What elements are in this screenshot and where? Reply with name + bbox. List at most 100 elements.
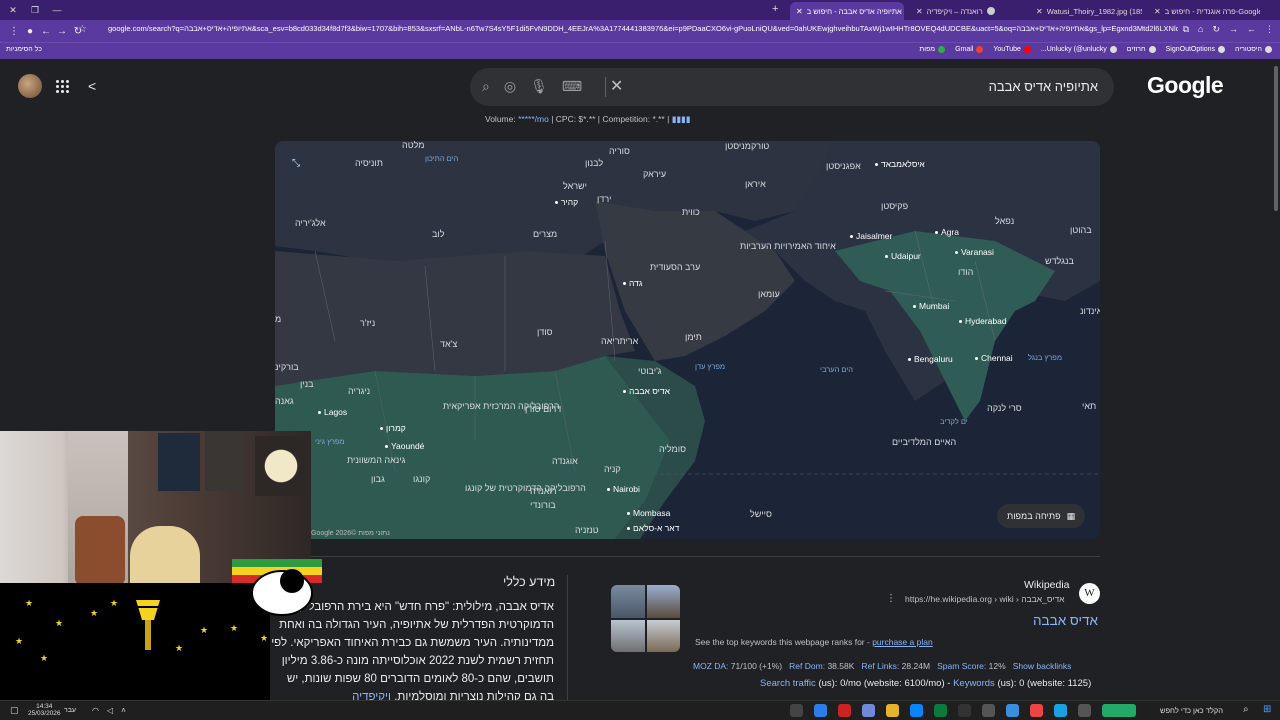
back-icon[interactable]: ← bbox=[38, 26, 54, 37]
close-window-icon[interactable]: ✕ bbox=[6, 5, 20, 16]
restore-window-icon[interactable]: ❐ bbox=[28, 5, 42, 16]
more-options-icon[interactable]: ⋮ bbox=[886, 593, 896, 604]
search-icon[interactable]: ⌕ bbox=[1243, 704, 1249, 715]
bookmark-maps[interactable]: מפות bbox=[919, 46, 946, 53]
moz-metrics: MOZ DA: 71/100 (+1%) Ref Dom: 38.58K Ref… bbox=[693, 661, 1071, 671]
purchase-plan-link[interactable]: purchase a plan bbox=[872, 637, 933, 647]
language-indicator[interactable]: עבר bbox=[64, 707, 76, 714]
tab-watusi[interactable]: ✕Watusi_Thoiry_1982.jpg (1854× bbox=[1030, 2, 1142, 20]
chart-icon[interactable]: ▮▮▮▮ bbox=[672, 114, 691, 124]
share-icon[interactable]: < bbox=[88, 78, 96, 94]
task-view-icon[interactable] bbox=[1078, 704, 1091, 717]
wifi-icon[interactable]: ◠ bbox=[92, 706, 99, 715]
tab-title: אתיופיה אדיס אבבה - חיפוש ב bbox=[806, 6, 902, 16]
taskbar-search[interactable]: הקלד כאן כדי לחפש bbox=[1160, 706, 1223, 715]
wikipedia-icon bbox=[986, 7, 995, 15]
profile-icon[interactable]: ● bbox=[22, 26, 38, 37]
tab-addis-ababa[interactable]: ✕ אתיופיה אדיס אבבה - חיפוש ב bbox=[790, 2, 904, 20]
ref-links-label: Ref Links: bbox=[861, 661, 900, 671]
forward-icon[interactable]: → bbox=[54, 26, 70, 37]
new-tab-button[interactable]: + bbox=[772, 3, 778, 15]
app-menu-icon[interactable]: ⋮ bbox=[1265, 24, 1274, 35]
clock[interactable]: 14:34 25/03/2026 bbox=[28, 703, 61, 717]
collapse-map-icon[interactable]: ⤡ bbox=[285, 153, 307, 175]
chevron-up-icon[interactable]: ˄ bbox=[121, 706, 126, 715]
clear-search-icon[interactable]: ✕ bbox=[610, 76, 623, 96]
folder-icon[interactable] bbox=[886, 704, 899, 717]
bookmark-unlucky[interactable]: Unlucky (@unlucky... bbox=[1041, 46, 1117, 53]
tab-uganda-cow[interactable]: ✕ פרה אוגנדית - חיפוש ב-Google bbox=[1148, 2, 1260, 20]
keywords-label[interactable]: Keywords bbox=[953, 678, 995, 689]
notifications-icon[interactable]: ▢ bbox=[10, 705, 19, 716]
map-label: תימן bbox=[685, 332, 702, 342]
app-icon[interactable] bbox=[1054, 704, 1067, 717]
search-input[interactable]: אתיופיה אדיס אבבה bbox=[989, 79, 1098, 94]
tab-rwanda[interactable]: ✕ רואנדה – ויקיפדיה bbox=[910, 2, 1024, 20]
bookmark-signout[interactable]: SignOutOptions bbox=[1166, 46, 1226, 53]
app-icon[interactable] bbox=[1006, 704, 1019, 717]
site-name[interactable]: Wikipedia bbox=[1024, 579, 1070, 591]
bookmark-star-icon[interactable]: ☆ bbox=[78, 24, 87, 35]
result-url[interactable]: https://he.wikipedia.org › wiki › אדיס_א… bbox=[905, 594, 1065, 604]
map-label: סרי לנקה bbox=[987, 403, 1022, 413]
menu-icon[interactable]: ⋮ bbox=[6, 26, 22, 37]
start-icon[interactable]: ⊞ bbox=[1263, 704, 1271, 715]
search-box[interactable]: ⌕ ◎ 🎙 ⌨ ✕ אתיופיה אדיס אבבה bbox=[470, 68, 1114, 106]
close-icon[interactable]: ✕ bbox=[1154, 7, 1161, 16]
close-icon[interactable]: ✕ bbox=[1036, 7, 1043, 16]
open-in-maps-button[interactable]: פתיחה במפות ▦ bbox=[997, 504, 1086, 528]
extensions-icon[interactable]: ⧉ bbox=[1183, 24, 1189, 35]
map-label: עומאן bbox=[758, 289, 780, 299]
all-bookmarks-button[interactable]: כל הסימניות bbox=[6, 46, 42, 53]
volume-label: Volume: bbox=[485, 114, 516, 124]
search-icon[interactable]: ⌕ bbox=[482, 78, 490, 95]
bookmark-youtube[interactable]: YouTube bbox=[993, 46, 1031, 53]
scrollbar-thumb[interactable] bbox=[1274, 66, 1278, 211]
map-city: Agra bbox=[935, 227, 959, 237]
discord-icon[interactable] bbox=[862, 704, 875, 717]
close-icon[interactable]: ✕ bbox=[796, 7, 803, 16]
minimize-window-icon[interactable]: — bbox=[50, 5, 64, 16]
url-field[interactable]: google.com/search?q=אתיופיה+אדיס+אבבה&sc… bbox=[108, 24, 1178, 33]
app-icon[interactable] bbox=[838, 704, 851, 717]
bookmark-history[interactable]: היסטוריה bbox=[1235, 46, 1272, 53]
map-city: Varanasi bbox=[955, 247, 994, 257]
app-icon[interactable] bbox=[790, 704, 803, 717]
map-label: הים הערבי bbox=[820, 365, 854, 374]
mic-icon[interactable]: 🎙 bbox=[530, 78, 548, 95]
map-panel[interactable]: מלטה סוריה טורקמניסטן תוניסיה הים התיכון… bbox=[275, 141, 1100, 539]
widget-icon[interactable] bbox=[1102, 704, 1136, 717]
volume-value[interactable]: *****/mo bbox=[518, 114, 549, 124]
chrome-icon[interactable] bbox=[814, 704, 827, 717]
edge-icon[interactable] bbox=[934, 704, 947, 717]
map-label: נפאל bbox=[995, 216, 1015, 226]
keywords-text: See the top keywords this webpage ranks … bbox=[695, 637, 873, 647]
lens-icon[interactable]: ◎ bbox=[504, 78, 516, 95]
keyboard-icon[interactable]: ⌨ bbox=[562, 78, 582, 95]
google-logo[interactable]: Google bbox=[1147, 72, 1224, 99]
bookmark-rhymes[interactable]: חרוזים bbox=[1127, 46, 1156, 53]
app-icon[interactable] bbox=[910, 704, 923, 717]
forward-nav-icon[interactable]: → bbox=[1229, 24, 1238, 35]
show-backlinks-link[interactable]: Show backlinks bbox=[1013, 661, 1072, 671]
close-icon[interactable]: ✕ bbox=[916, 7, 923, 16]
home-icon[interactable]: ⌂ bbox=[1198, 24, 1203, 35]
avatar[interactable] bbox=[18, 74, 42, 98]
result-title-link[interactable]: אדיס אבבה bbox=[1033, 613, 1098, 628]
app-icon[interactable] bbox=[958, 704, 971, 717]
app-icon[interactable] bbox=[1030, 704, 1043, 717]
address-bar: ⋮ ● ← → ↻ ☆ google.com/search?q=אתיופיה+… bbox=[0, 20, 1280, 42]
google-apps-icon[interactable] bbox=[56, 80, 70, 94]
map-label: קונגו bbox=[413, 474, 431, 484]
divider bbox=[605, 77, 606, 97]
app-icon[interactable] bbox=[982, 704, 995, 717]
back-nav-icon[interactable]: ← bbox=[1247, 24, 1256, 35]
traffic-label[interactable]: Search traffic bbox=[760, 678, 816, 689]
refresh-icon[interactable]: ↻ bbox=[1212, 24, 1220, 35]
map-city: קהיר bbox=[555, 197, 578, 207]
bookmark-gmail[interactable]: Gmail bbox=[955, 46, 984, 53]
result-thumbnail[interactable] bbox=[611, 585, 680, 652]
volume-icon[interactable]: ◁ bbox=[107, 706, 113, 715]
ref-dom-label: Ref Dom: bbox=[789, 661, 826, 671]
star-icon: ★ bbox=[200, 625, 209, 635]
